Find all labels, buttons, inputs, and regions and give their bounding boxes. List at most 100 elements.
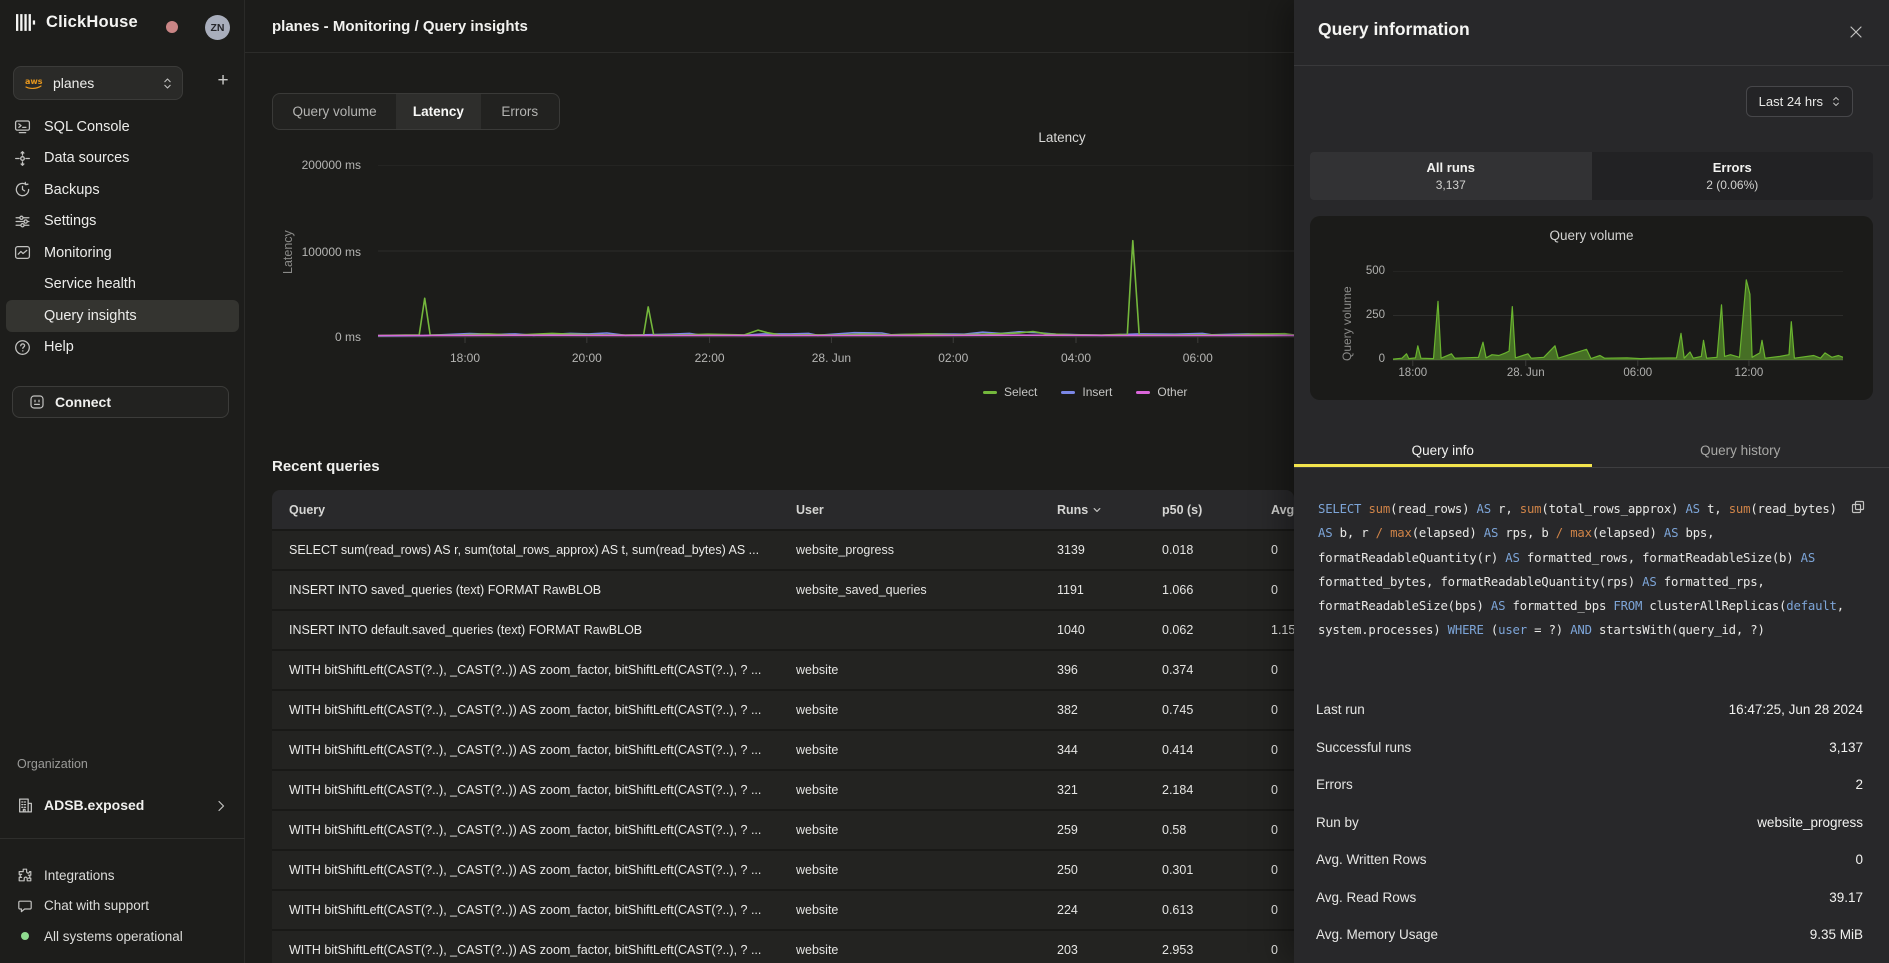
cell-user: website xyxy=(796,823,1057,837)
brand[interactable]: ClickHouse xyxy=(16,13,138,32)
cell-p50: 1.066 xyxy=(1162,583,1271,597)
close-icon[interactable] xyxy=(1849,25,1863,39)
runs-errors-segments: All runs 3,137 Errors 2 (0.06%) xyxy=(1310,152,1873,200)
puzzle-icon xyxy=(17,867,33,883)
copy-icon[interactable] xyxy=(1851,500,1865,514)
sidebar: ClickHouse ZN aws planes + SQL Console Da… xyxy=(0,0,245,963)
table-row[interactable]: WITH bitShiftLeft(CAST(?..), _CAST(?..))… xyxy=(272,689,1294,729)
cell-p50: 0.414 xyxy=(1162,743,1271,757)
tab-query-history[interactable]: Query history xyxy=(1592,434,1889,467)
cell-runs: 224 xyxy=(1057,903,1162,917)
detail-value: 2 xyxy=(1855,777,1863,792)
tab-latency[interactable]: Latency xyxy=(396,94,480,129)
organization-switcher[interactable]: ADSB.exposed xyxy=(6,789,239,821)
cell-runs: 3139 xyxy=(1057,543,1162,557)
cell-query: SELECT sum(read_rows) AS r, sum(total_ro… xyxy=(289,543,796,557)
recent-queries-table: QueryUserRunsp50 (s)Avg. SELECT sum(read… xyxy=(272,490,1294,963)
query-volume-title: Query volume xyxy=(1310,228,1873,243)
footer-item-label: Chat with support xyxy=(44,898,149,913)
help-icon xyxy=(14,339,31,356)
settings-icon xyxy=(14,213,31,230)
cell-user: website xyxy=(796,663,1057,677)
detail-value: 3,137 xyxy=(1829,740,1863,755)
legend-item-other[interactable]: Other xyxy=(1136,385,1187,399)
tab-errors[interactable]: Errors xyxy=(481,94,559,129)
cell-query: WITH bitShiftLeft(CAST(?..), _CAST(?..))… xyxy=(289,743,796,757)
chevron-right-icon xyxy=(217,799,225,811)
cell-p50: 0.613 xyxy=(1162,903,1271,917)
cell-avg: 0 xyxy=(1271,543,1294,557)
sidebar-item-query-insights[interactable]: Query insights xyxy=(6,300,239,332)
sql-code-block[interactable]: SELECT sum(read_rows) AS r, sum(total_ro… xyxy=(1318,497,1849,643)
notification-dot[interactable] xyxy=(166,21,178,33)
svg-text:aws: aws xyxy=(25,77,43,86)
column-header-runs[interactable]: Runs xyxy=(1057,503,1162,517)
sidebar-item-data-sources[interactable]: Data sources xyxy=(6,143,239,175)
table-row[interactable]: WITH bitShiftLeft(CAST(?..), _CAST(?..))… xyxy=(272,889,1294,929)
cell-avg: 0 xyxy=(1271,783,1294,797)
legend-label: Other xyxy=(1157,385,1187,399)
table-row[interactable]: WITH bitShiftLeft(CAST(?..), _CAST(?..))… xyxy=(272,649,1294,689)
x-tick-label: 22:00 xyxy=(680,351,740,365)
sidebar-item-label: SQL Console xyxy=(44,119,130,135)
table-row[interactable]: WITH bitShiftLeft(CAST(?..), _CAST(?..))… xyxy=(272,929,1294,963)
table-row[interactable]: INSERT INTO saved_queries (text) FORMAT … xyxy=(272,569,1294,609)
sidebar-item-backups[interactable]: Backups xyxy=(6,174,239,206)
column-header-p50-s[interactable]: p50 (s) xyxy=(1162,503,1271,517)
table-row[interactable]: WITH bitShiftLeft(CAST(?..), _CAST(?..))… xyxy=(272,729,1294,769)
column-header-query[interactable]: Query xyxy=(289,503,796,517)
segment-all-runs[interactable]: All runs 3,137 xyxy=(1310,152,1592,200)
segment-errors[interactable]: Errors 2 (0.06%) xyxy=(1592,152,1874,200)
cell-query: INSERT INTO default.saved_queries (text)… xyxy=(289,623,796,637)
aws-icon: aws xyxy=(24,76,44,90)
table-row[interactable]: WITH bitShiftLeft(CAST(?..), _CAST(?..))… xyxy=(272,769,1294,809)
service-selector[interactable]: aws planes xyxy=(13,66,183,100)
sidebar-item-label: Help xyxy=(44,339,74,355)
detail-row-p50-latency: p50 latency0.018s xyxy=(1294,954,1889,963)
query-information-panel: Query information Last 24 hrs All runs 3… xyxy=(1294,0,1889,963)
connect-button[interactable]: Connect xyxy=(12,386,229,418)
table-row[interactable]: INSERT INTO default.saved_queries (text)… xyxy=(272,609,1294,649)
time-range-value: Last 24 hrs xyxy=(1759,94,1823,109)
add-service-button[interactable]: + xyxy=(211,70,235,94)
sidebar-item-service-health[interactable]: Service health xyxy=(6,269,239,301)
detail-row-avg-written-rows: Avg. Written Rows0 xyxy=(1294,841,1889,879)
sidebar-item-label: Query insights xyxy=(44,308,137,324)
table-row[interactable]: WITH bitShiftLeft(CAST(?..), _CAST(?..))… xyxy=(272,849,1294,889)
tab-query-info[interactable]: Query info xyxy=(1294,434,1592,467)
connect-icon xyxy=(29,394,45,410)
legend-item-select[interactable]: Select xyxy=(983,385,1037,399)
cell-user: website xyxy=(796,783,1057,797)
table-row[interactable]: WITH bitShiftLeft(CAST(?..), _CAST(?..))… xyxy=(272,809,1294,849)
cell-p50: 0.374 xyxy=(1162,663,1271,677)
footer-item-integrations[interactable]: Integrations xyxy=(6,860,239,891)
legend-item-insert[interactable]: Insert xyxy=(1061,385,1112,399)
sidebar-item-sql-console[interactable]: SQL Console xyxy=(6,111,239,143)
footer-item-chat-with-support[interactable]: Chat with support xyxy=(6,891,239,922)
sidebar-item-monitoring[interactable]: Monitoring xyxy=(6,237,239,269)
tab-query-volume[interactable]: Query volume xyxy=(273,94,396,129)
detail-value: 39.17 xyxy=(1829,890,1863,905)
table-row[interactable]: SELECT sum(read_rows) AS r, sum(total_ro… xyxy=(272,529,1294,569)
cell-runs: 250 xyxy=(1057,863,1162,877)
time-range-select[interactable]: Last 24 hrs xyxy=(1746,86,1853,117)
chevron-updown-icon xyxy=(163,76,172,91)
avatar[interactable]: ZN xyxy=(205,15,230,40)
volume-ytick-250: 250 xyxy=(1345,309,1385,322)
query-details-list: Last run16:47:25, Jun 28 2024Successful … xyxy=(1294,691,1889,963)
sidebar-item-settings[interactable]: Settings xyxy=(6,206,239,238)
cell-query: WITH bitShiftLeft(CAST(?..), _CAST(?..))… xyxy=(289,863,796,877)
column-header-avg[interactable]: Avg. xyxy=(1271,503,1294,517)
detail-row-errors: Errors2 xyxy=(1294,766,1889,804)
sidebar-item-help[interactable]: Help xyxy=(6,332,239,364)
cell-user: website_progress xyxy=(796,543,1057,557)
chart-tabgroup: Query volumeLatencyErrors xyxy=(272,93,560,130)
x-tick-label: 28. Jun xyxy=(801,351,861,365)
query-volume-plot[interactable] xyxy=(1393,271,1843,367)
latency-chart-plot[interactable] xyxy=(378,165,1294,344)
sidebar-footer: Integrations Chat with support All systems… xyxy=(6,860,239,952)
volume-ytick-500: 500 xyxy=(1345,265,1385,278)
column-header-user[interactable]: User xyxy=(796,503,1057,517)
cell-p50: 0.018 xyxy=(1162,543,1271,557)
footer-item-all-systems-operational[interactable]: All systems operational xyxy=(6,921,239,952)
